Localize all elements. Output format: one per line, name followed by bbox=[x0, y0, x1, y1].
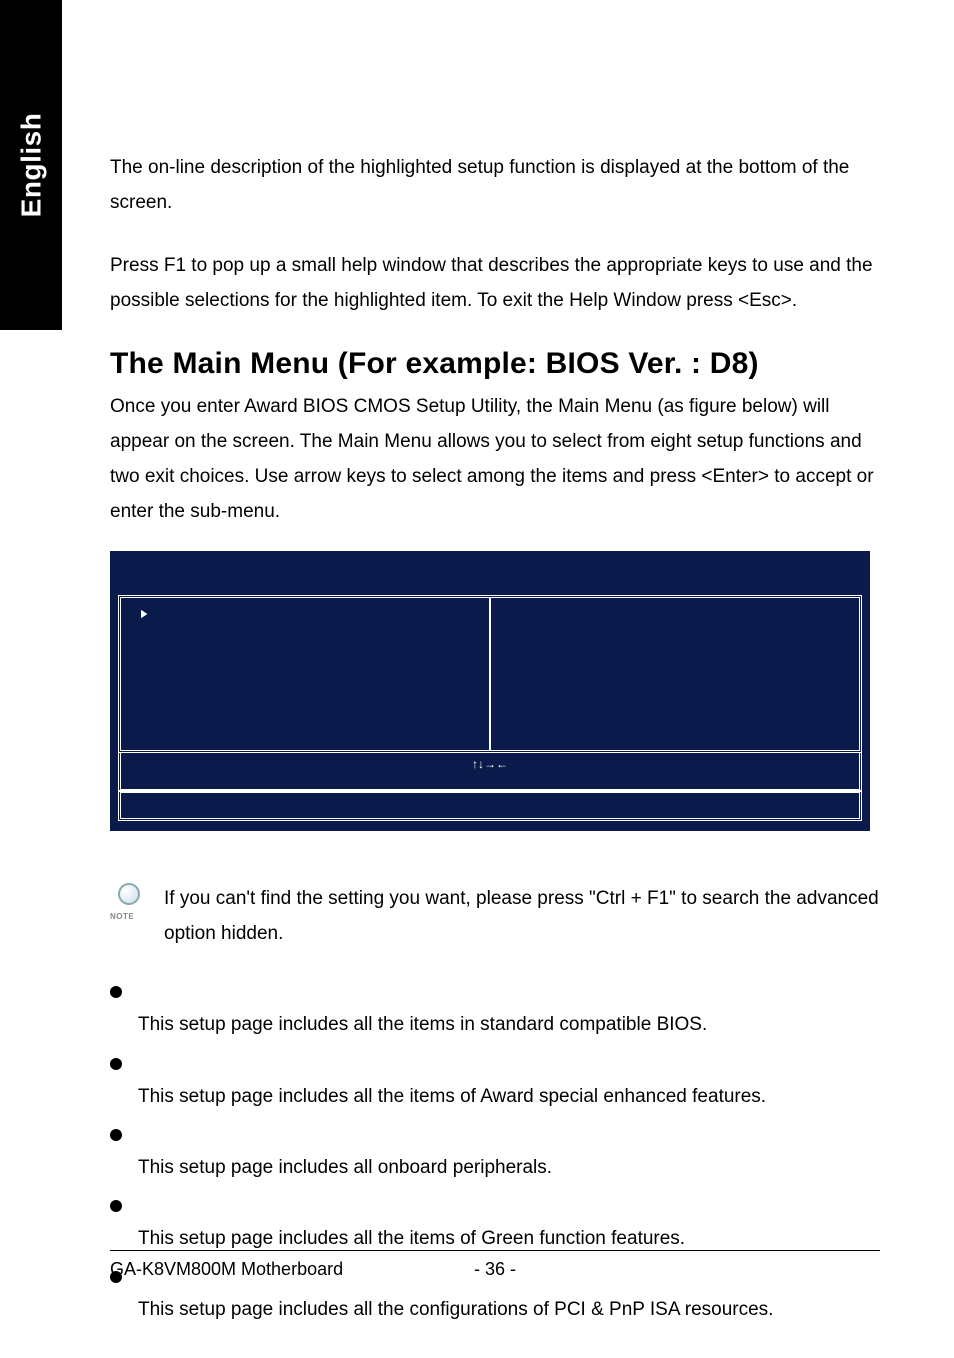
main-menu-heading: The Main Menu (For example: BIOS Ver. : … bbox=[110, 347, 880, 381]
language-tab-label: English bbox=[15, 113, 47, 218]
note-icon: NOTE bbox=[110, 881, 154, 921]
note-icon-label: NOTE bbox=[110, 912, 134, 921]
main-menu-paragraph: Once you enter Award BIOS CMOS Setup Uti… bbox=[110, 389, 880, 530]
page: English The on-line description of the h… bbox=[0, 0, 954, 1358]
lightbulb-icon bbox=[118, 883, 140, 905]
bullet-header bbox=[110, 1122, 880, 1148]
bullet-icon bbox=[110, 1129, 122, 1141]
intro-paragraph-2: Press F1 to pop up a small help window t… bbox=[110, 248, 880, 318]
bullet-description: This setup page includes all the items o… bbox=[110, 1079, 880, 1114]
bullet-icon bbox=[110, 986, 122, 998]
content-area: The on-line description of the highlight… bbox=[110, 150, 880, 1335]
bullet-description: This setup page includes all the configu… bbox=[110, 1292, 880, 1327]
bullet-header bbox=[110, 979, 880, 1005]
note-block: NOTE If you can't find the setting you w… bbox=[110, 881, 880, 951]
bios-footer-row bbox=[118, 791, 862, 821]
bios-arrow-keys-icon: ↑↓→← bbox=[472, 757, 508, 771]
bios-menu-grid bbox=[118, 595, 862, 753]
footer-right bbox=[516, 1259, 880, 1280]
bullet-description: This setup page includes all the items i… bbox=[110, 1007, 880, 1042]
page-footer: GA-K8VM800M Motherboard - 36 - bbox=[110, 1250, 880, 1280]
bullet-header bbox=[110, 1193, 880, 1219]
intro-paragraph-1: The on-line description of the highlight… bbox=[110, 150, 880, 220]
note-text: If you can't find the setting you want, … bbox=[164, 881, 880, 951]
bios-hint-row: ↑↓→← bbox=[118, 753, 862, 791]
footer-left: GA-K8VM800M Motherboard bbox=[110, 1259, 474, 1280]
language-tab: English bbox=[0, 0, 62, 330]
bullet-icon bbox=[110, 1200, 122, 1212]
list-item: This setup page includes all onboard per… bbox=[110, 1122, 880, 1185]
footer-page-number: - 36 - bbox=[474, 1259, 516, 1280]
bullet-description: This setup page includes all onboard per… bbox=[110, 1150, 880, 1185]
list-item: This setup page includes all the items o… bbox=[110, 1193, 880, 1256]
list-item: This setup page includes all the items o… bbox=[110, 1051, 880, 1114]
bios-screenshot: ↑↓→← bbox=[110, 551, 870, 831]
bios-left-column bbox=[121, 598, 491, 750]
bios-right-column bbox=[491, 598, 859, 750]
bios-title-bar bbox=[118, 559, 862, 595]
list-item: This setup page includes all the items i… bbox=[110, 979, 880, 1042]
bullet-header bbox=[110, 1051, 880, 1077]
bullet-icon bbox=[110, 1058, 122, 1070]
